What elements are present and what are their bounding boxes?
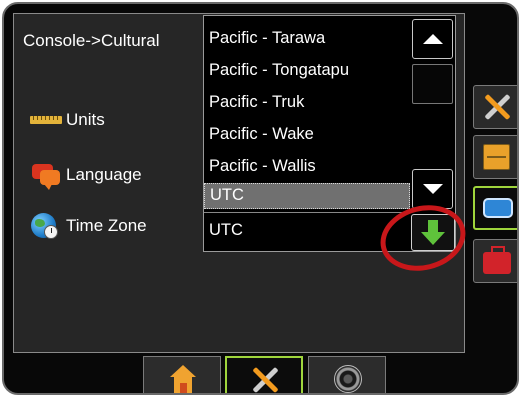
- menu-item-language[interactable]: Language: [26, 160, 142, 190]
- breadcrumb: Console->Cultural: [23, 31, 160, 50]
- side-tab-drawer[interactable]: [473, 135, 517, 179]
- menu-item-label: Language: [66, 165, 142, 184]
- side-tab-screen[interactable]: [473, 186, 517, 230]
- list-item[interactable]: Pacific - Tongatapu: [204, 54, 410, 86]
- menu-item-label: Time Zone: [66, 216, 147, 235]
- home-icon: [170, 365, 196, 393]
- list-item[interactable]: Pacific - Truk: [204, 86, 410, 118]
- list-item[interactable]: Pacific - Tarawa: [204, 22, 410, 54]
- screen-icon: [483, 198, 513, 218]
- list-item-selected[interactable]: UTC: [204, 183, 410, 209]
- gauge-icon: [334, 365, 362, 393]
- scroll-up-button[interactable]: [412, 19, 453, 59]
- bottom-tab-home[interactable]: [143, 356, 221, 393]
- ruler-icon: [26, 105, 62, 135]
- confirm-button[interactable]: [411, 214, 455, 251]
- device-frame: Console->Cultural Units Language Time Zo…: [2, 2, 519, 395]
- scrollbar-thumb[interactable]: [412, 64, 453, 104]
- tools-icon: [483, 92, 511, 122]
- menu-item-units[interactable]: Units: [26, 105, 105, 135]
- tools-icon: [251, 365, 279, 393]
- side-tab-tools[interactable]: [473, 85, 517, 129]
- green-down-arrow-icon: [421, 219, 445, 246]
- toolbox-icon: [483, 246, 511, 274]
- triangle-down-icon: [422, 184, 443, 194]
- drawer-icon: [483, 144, 510, 170]
- globe-clock-icon: [26, 211, 62, 241]
- divider: [204, 212, 410, 213]
- bottom-tab-tools[interactable]: [225, 356, 303, 393]
- side-tab-toolbox[interactable]: [473, 239, 517, 283]
- speech-bubbles-icon: [26, 160, 62, 190]
- current-timezone-value[interactable]: UTC: [209, 221, 243, 240]
- menu-item-label: Units: [66, 110, 105, 129]
- bottom-tab-gauge[interactable]: [308, 356, 386, 393]
- timezone-dropdown[interactable]: Pacific - Tarawa Pacific - Tongatapu Pac…: [203, 15, 456, 252]
- triangle-up-icon: [422, 34, 443, 44]
- list-item[interactable]: Pacific - Wake: [204, 118, 410, 150]
- menu-item-time-zone[interactable]: Time Zone: [26, 211, 147, 241]
- list-item[interactable]: Pacific - Wallis: [204, 150, 410, 182]
- scroll-down-button[interactable]: [412, 169, 453, 209]
